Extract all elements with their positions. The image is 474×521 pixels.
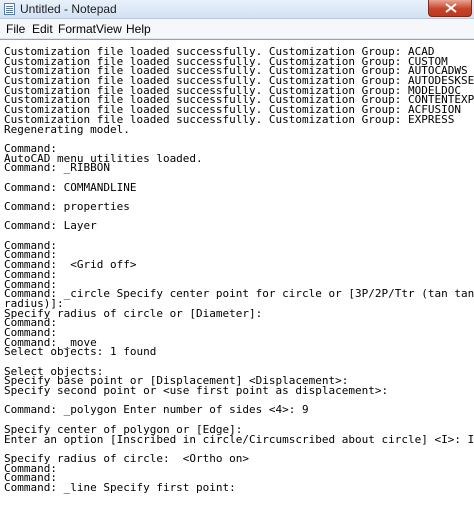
- text-line: Command: properties: [4, 200, 130, 213]
- text-line: Command: Layer: [4, 219, 97, 233]
- text-line: Regenerating model.: [4, 122, 130, 136]
- menu-view[interactable]: View: [96, 22, 122, 36]
- menu-edit[interactable]: Edit: [32, 22, 53, 36]
- text-line: Specify radius of circle: <Ortho on>: [4, 451, 250, 465]
- close-button[interactable]: [428, 0, 472, 17]
- text-line: [4, 134, 472, 144]
- menu-format[interactable]: Format: [58, 22, 96, 36]
- menu-help[interactable]: Help: [126, 22, 151, 36]
- title-bar[interactable]: Untitled - Notepad: [0, 0, 474, 19]
- notepad-icon: [4, 3, 15, 15]
- text-line: Command: _RIBBON: [4, 161, 110, 175]
- text-line: Command:: [4, 238, 57, 252]
- text-line: Command: _line Specify first point:: [4, 480, 236, 494]
- text-line: Command:: [4, 461, 57, 475]
- text-line: Specify radius of circle or [Diameter]:: [4, 306, 263, 320]
- text-line: Command: <Grid off>: [4, 258, 137, 272]
- text-editor[interactable]: Customization file loaded successfully. …: [0, 39, 474, 521]
- notepad-window: Untitled - Notepad File Edit Format View…: [0, 0, 474, 521]
- text-line: Command:: [4, 267, 57, 281]
- text-line: [4, 231, 472, 241]
- text-line: Command:: [4, 316, 57, 330]
- text-line: Specify second point or <use first point…: [4, 384, 389, 398]
- close-icon: [445, 3, 457, 13]
- text-line: Command: _polygon Enter number of sides …: [4, 403, 309, 417]
- menu-bar: File Edit Format View Help: [0, 19, 474, 39]
- window-title: Untitled - Notepad: [20, 2, 117, 16]
- text-line: Command: _circle Specify center point fo…: [4, 287, 474, 301]
- document-text[interactable]: Customization file loaded successfully. …: [4, 46, 474, 494]
- text-line: Command: COMMANDLINE: [4, 180, 137, 194]
- text-line: Enter an option [Inscribed in circle/Cir…: [4, 432, 474, 446]
- menu-file[interactable]: File: [6, 22, 25, 36]
- text-line: Select objects: 1 found: [4, 345, 157, 359]
